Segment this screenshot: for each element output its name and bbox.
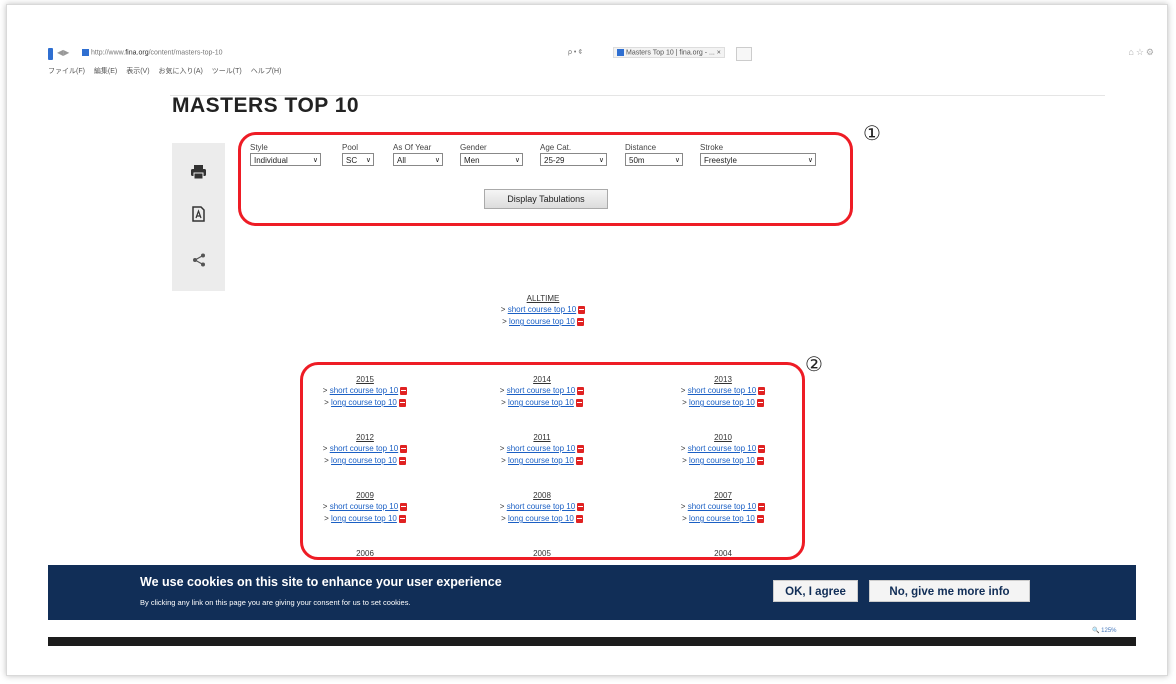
browser-tab[interactable]: Masters Top 10 | fina.org - ... ×	[613, 47, 725, 59]
new-tab-button[interactable]	[736, 47, 752, 61]
status-bar	[48, 637, 1136, 646]
page-title: MASTERS TOP 10	[172, 94, 360, 117]
pdf-icon[interactable]	[576, 317, 584, 326]
link-prefix: >	[502, 317, 507, 326]
address-bar[interactable]: http://www.fina.org/content/masters-top-…	[82, 49, 223, 56]
url-domain: fina.org	[125, 49, 149, 57]
toolbar-icons[interactable]: ⌂☆⚙	[1128, 47, 1156, 58]
cookie-banner: We use cookies on this site to enhance y…	[48, 565, 1136, 620]
more-info-button[interactable]: No, give me more info	[869, 580, 1030, 602]
pdf-icon[interactable]	[190, 205, 207, 222]
menu-file[interactable]: ファイル(F)	[48, 68, 85, 75]
short-course-link[interactable]: short course top 10	[508, 305, 576, 314]
zoom-level[interactable]: 🔍 125%	[1092, 627, 1117, 634]
annotation-box-2	[300, 362, 805, 560]
link-prefix: >	[500, 305, 506, 314]
menu-bar: ファイル(F) 編集(E) 表示(V) お気に入り(A) ツール(T) ヘルプ(…	[48, 66, 1160, 80]
menu-tools[interactable]: ツール(T)	[212, 68, 242, 75]
annotation-marker-1: ①	[863, 121, 881, 145]
annotation-box-1	[238, 132, 853, 226]
menu-view[interactable]: 表示(V)	[126, 68, 149, 75]
alltime-short-link[interactable]: > short course top 10	[478, 304, 608, 316]
cookie-text: By clicking any link on this page you ar…	[140, 598, 411, 607]
cookie-heading: We use cookies on this site to enhance y…	[140, 575, 502, 589]
address-row: ◀▶ http://www.fina.org/content/masters-t…	[48, 44, 1160, 64]
url-path: /content/masters-top-10	[148, 49, 223, 57]
pdf-icon[interactable]	[578, 305, 586, 314]
tab-title: Masters Top 10 | fina.org - ...	[626, 49, 715, 57]
address-controls[interactable]: ρ • ¢	[568, 49, 582, 56]
site-favicon-icon	[82, 49, 89, 56]
zoom-value: 125%	[1101, 628, 1117, 634]
menu-edit[interactable]: 編集(E)	[94, 68, 117, 75]
tab-favicon-icon	[617, 49, 624, 56]
share-sidebar	[172, 143, 225, 291]
alltime-section: ALLTIME > short course top 10 > long cou…	[478, 293, 608, 328]
agree-button[interactable]: OK, I agree	[773, 580, 858, 602]
annotation-marker-2: ②	[805, 352, 823, 376]
long-course-link[interactable]: long course top 10	[509, 317, 575, 326]
share-icon[interactable]	[190, 251, 207, 268]
back-button[interactable]	[48, 48, 53, 60]
menu-help[interactable]: ヘルプ(H)	[251, 68, 282, 75]
forward-button[interactable]: ◀▶	[57, 48, 69, 57]
url-prefix: http://www.	[91, 49, 126, 57]
alltime-heading: ALLTIME	[526, 294, 560, 303]
print-icon[interactable]	[190, 163, 207, 180]
alltime-long-link[interactable]: > long course top 10	[478, 316, 608, 328]
browser-chrome: ◀▶ http://www.fina.org/content/masters-t…	[48, 44, 1160, 94]
menu-favorites[interactable]: お気に入り(A)	[159, 68, 203, 75]
